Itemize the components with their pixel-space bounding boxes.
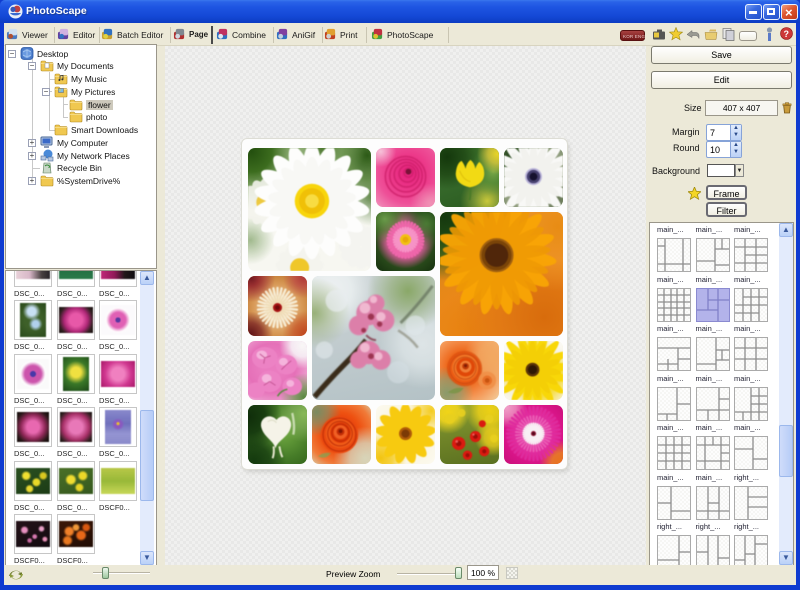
- svg-text:?: ?: [784, 29, 790, 39]
